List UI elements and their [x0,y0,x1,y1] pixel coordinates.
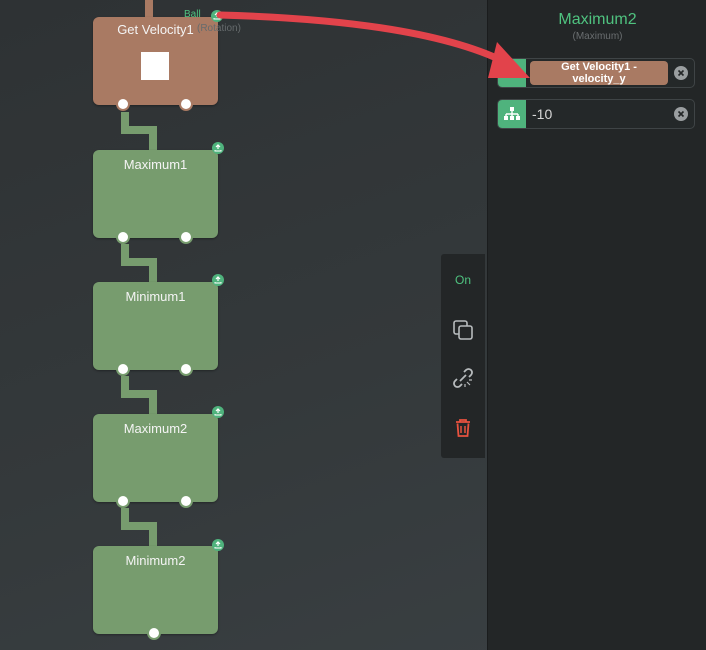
output-port[interactable] [179,97,193,111]
connector-3 [149,390,157,416]
node-title: Minimum1 [125,289,186,304]
toggle-on-button[interactable]: On [441,270,485,290]
node-minimum1[interactable]: Minimum1 [93,282,218,370]
export-icon[interactable] [212,539,224,551]
node-canvas[interactable]: Get Velocity1 Ball (Rotation) Maximum1 M… [0,0,487,650]
export-icon[interactable] [211,10,223,22]
clear-icon[interactable] [674,107,688,121]
inspector-title: Maximum2 [558,11,637,28]
inspector-subtitle: (Maximum) [572,31,623,42]
number-value[interactable]: -10 [532,106,552,122]
export-icon[interactable] [212,274,224,286]
output-port[interactable] [116,362,130,376]
output-port[interactable] [179,230,193,244]
input-row-linked[interactable]: Get Velocity1 - velocity_y [497,58,695,88]
value-input-icon[interactable] [498,59,526,87]
export-icon[interactable] [212,406,224,418]
duplicate-icon[interactable] [441,318,485,342]
connector-4 [149,522,157,548]
node-maximum1[interactable]: Maximum1 [93,150,218,238]
connector-2 [149,258,157,284]
unlink-icon[interactable] [441,366,485,390]
inspector-panel: Maximum2 (Maximum) Get Velocity1 - veloc… [487,0,706,650]
output-port[interactable] [116,97,130,111]
node-title: Maximum1 [123,157,188,172]
connector-1 [149,126,157,152]
clear-icon[interactable] [674,66,688,80]
hierarchy-icon[interactable] [498,100,526,128]
export-icon[interactable] [212,142,224,154]
export-label-ball: Ball [184,9,201,20]
output-port[interactable] [147,626,161,640]
output-port[interactable] [179,494,193,508]
node-maximum2[interactable]: Maximum2 [93,414,218,502]
output-port[interactable] [116,494,130,508]
output-port[interactable] [116,230,130,244]
export-label-rotation: (Rotation) [197,23,241,34]
node-minimum2[interactable]: Minimum2 [93,546,218,634]
trash-icon[interactable] [441,416,485,440]
node-preview-square [141,52,169,80]
node-title: Maximum2 [123,421,188,436]
input-row-number[interactable]: -10 [497,99,695,129]
node-toolbar: On [441,254,485,458]
connector-top [145,0,153,18]
output-port[interactable] [179,362,193,376]
toggle-label: On [454,273,471,287]
linked-value-pill[interactable]: Get Velocity1 - velocity_y [530,61,668,85]
node-title: Minimum2 [125,553,186,568]
